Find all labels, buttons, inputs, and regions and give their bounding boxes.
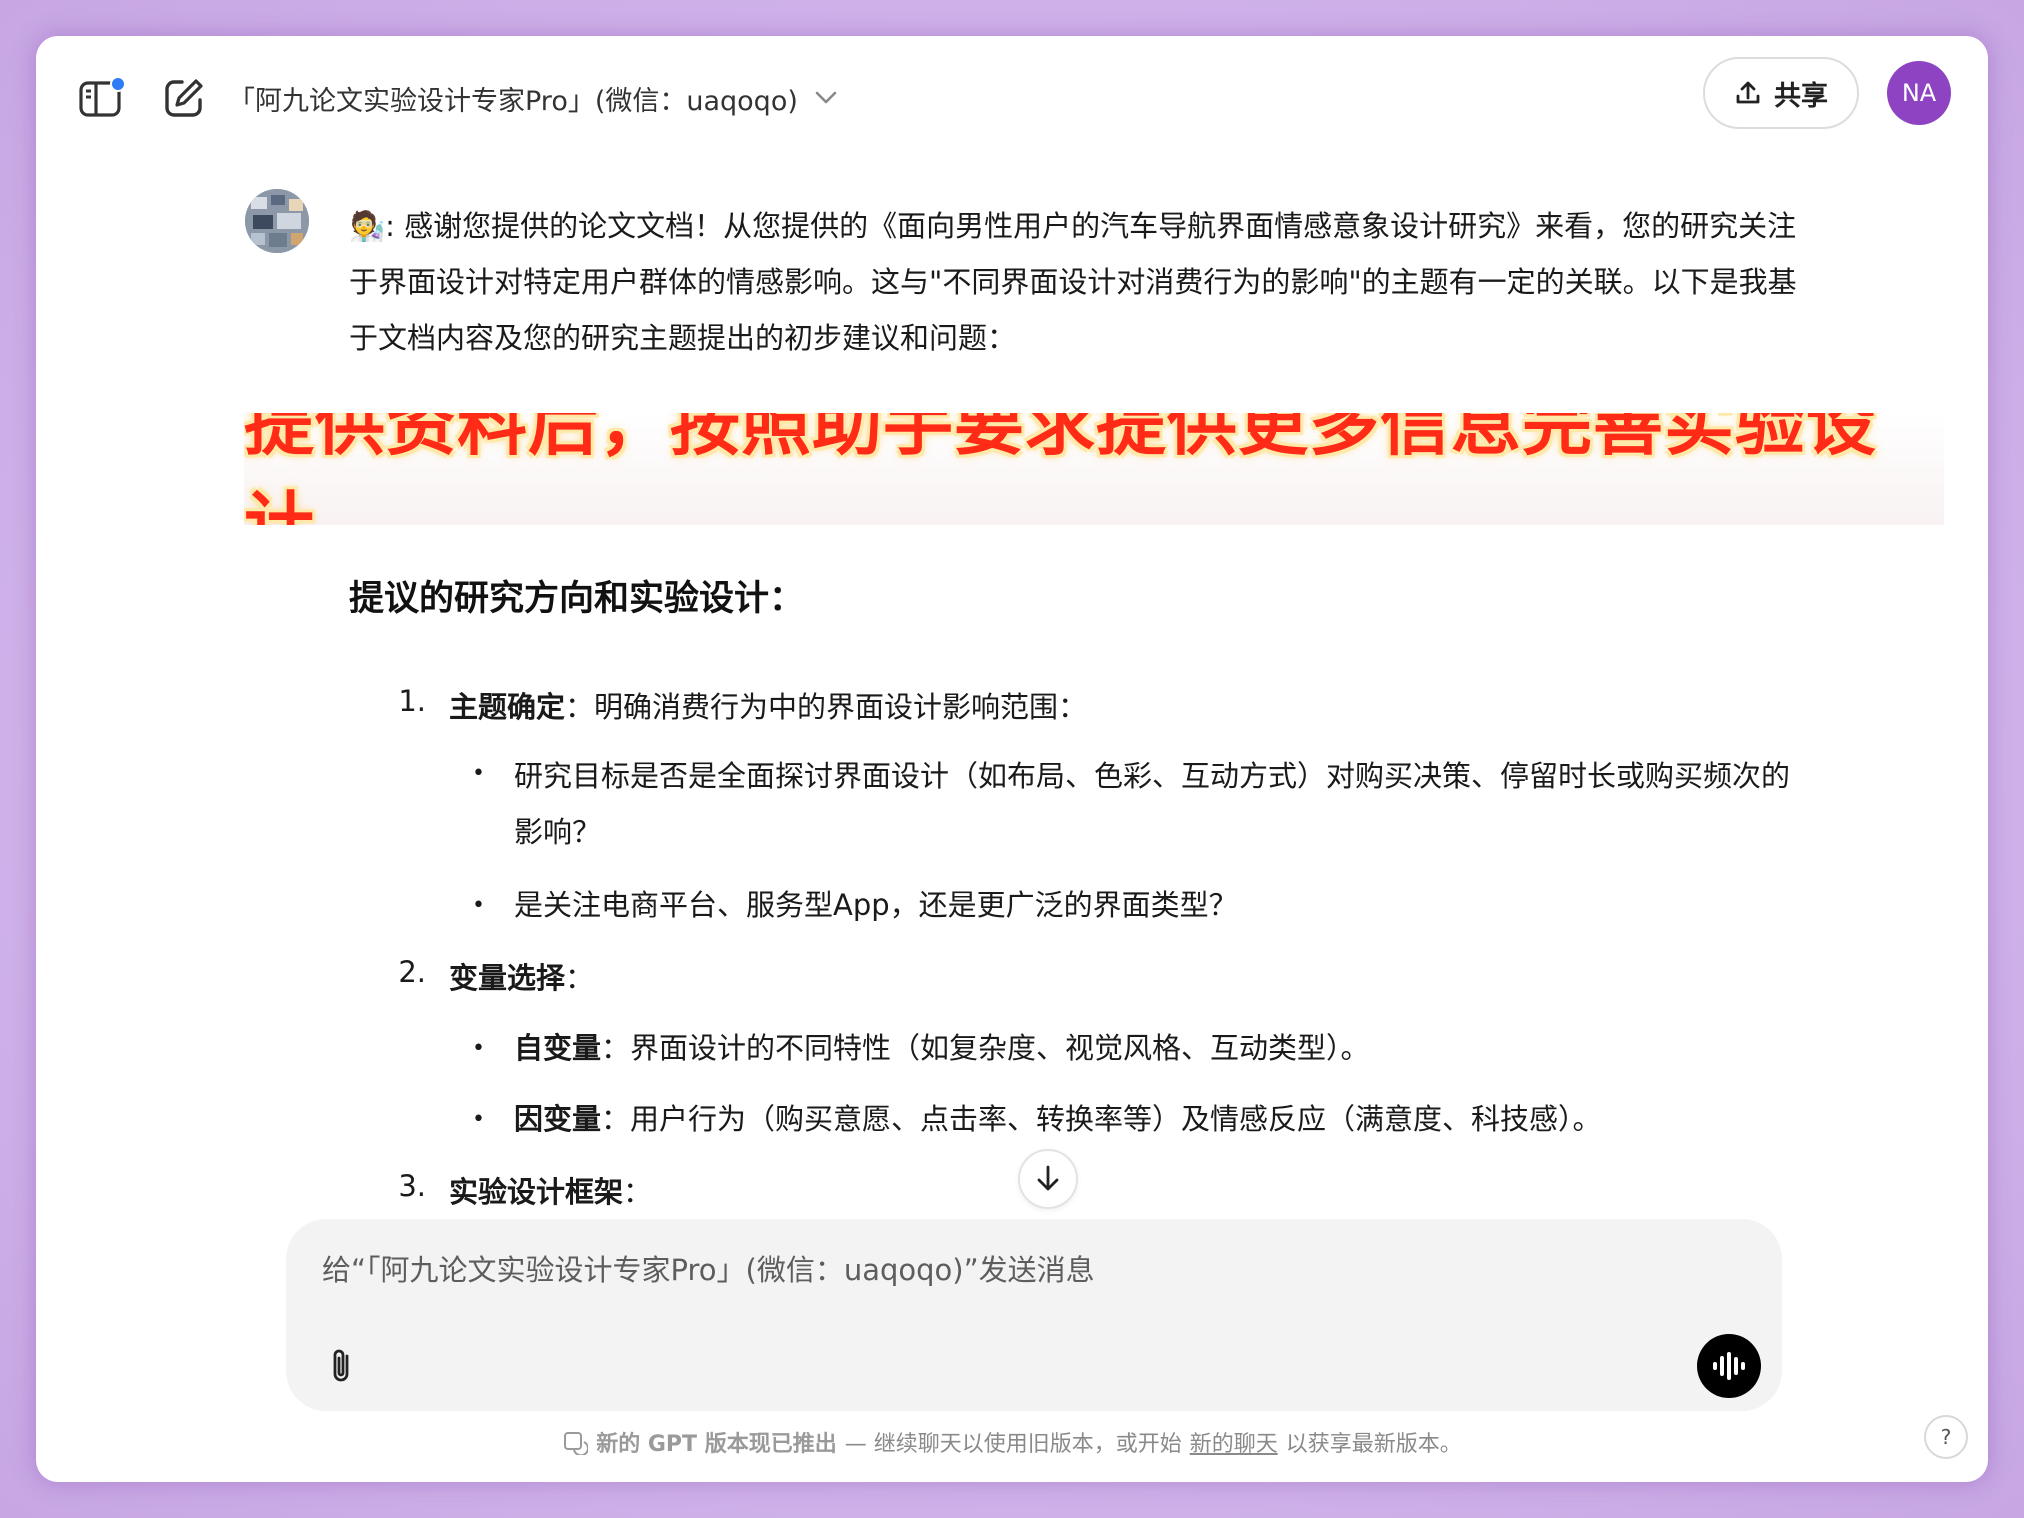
sidebar-icon xyxy=(79,76,126,117)
share-button[interactable]: 共享 xyxy=(1703,57,1859,129)
list-item: 变量选择： xyxy=(449,955,594,997)
voice-mode-button[interactable] xyxy=(1697,1334,1761,1398)
sidebar-toggle-button[interactable] xyxy=(76,72,128,124)
new-chat-link[interactable]: 新的聊天 xyxy=(1190,1426,1278,1458)
bullet-item-text: ：用户行为（购买意愿、点击率、转换率等）及情感反应（满意度、科技感）。 xyxy=(601,1102,1602,1136)
attach-button[interactable] xyxy=(320,1343,360,1387)
bullet-item-title: 因变量 xyxy=(514,1102,602,1136)
bullet-item-title: 自变量 xyxy=(514,1031,602,1065)
scroll-to-bottom-button[interactable] xyxy=(1018,1149,1078,1209)
bullet-item: 是关注电商平台、服务型App，还是更广泛的界面类型？ xyxy=(514,888,1238,922)
message-input[interactable] xyxy=(320,1245,1624,1295)
version-notice: 新的 GPT 版本现已推出 — 继续聊天以使用旧版本，或开始 新的聊天 以获享最新版… xyxy=(36,1426,1988,1458)
compose-icon xyxy=(165,79,203,117)
list-number: 3. xyxy=(398,1169,426,1203)
help-button[interactable]: ? xyxy=(1924,1415,1968,1459)
annotation-banner: 提供资料后，按照助手要求提供更多信息完善实验设计 xyxy=(244,413,1944,525)
top-bar: 「阿九论文实验设计专家Pro」(微信：uaqoqo) 共享 NA xyxy=(36,36,1988,156)
voice-waveform-icon xyxy=(1713,1352,1745,1380)
list-item-rest: ： xyxy=(623,1175,653,1209)
bullet-marker: • xyxy=(472,893,485,918)
list-number: 1. xyxy=(398,684,426,718)
annotation-banner-text: 提供资料后，按照助手要求提供更多信息完善实验设计 xyxy=(244,413,1877,525)
assistant-message-intro: 🧑‍🔬: 感谢您提供的论文文档！从您提供的《面向男性用户的汽车导航界面情感意象设… xyxy=(349,209,1797,355)
arrow-down-icon xyxy=(1037,1165,1059,1191)
message-composer xyxy=(286,1219,1782,1411)
list-item-title: 主题确定 xyxy=(449,690,566,724)
list-item: 主题确定：明确消费行为中的界面设计影响范围： xyxy=(449,684,1087,726)
bullet-item: 因变量：用户行为（购买意愿、点击率、转换率等）及情感反应（满意度、科技感）。 xyxy=(514,1096,1602,1138)
version-notice-suffix: 以获享最新版本。 xyxy=(1285,1432,1462,1457)
list-number: 2. xyxy=(398,955,426,989)
upload-icon xyxy=(1736,81,1760,104)
model-title-text: 「阿九论文实验设计专家Pro」(微信：uaqoqo) xyxy=(228,85,798,117)
version-notice-text: — 继续聊天以使用旧版本，或开始 xyxy=(844,1432,1182,1457)
bullet-item-text: ：界面设计的不同特性（如复杂度、视觉风格、互动类型）。 xyxy=(601,1031,1370,1065)
bullet-marker: • xyxy=(472,1107,485,1132)
bullet-marker: • xyxy=(472,761,485,786)
bullet-item: 研究目标是否是全面探讨界面设计（如布局、色彩、互动方式）对购买决策、停留时长或购… xyxy=(514,759,1791,849)
bullet-marker: • xyxy=(472,1036,485,1061)
list-item-rest: ：明确消费行为中的界面设计影响范围： xyxy=(565,690,1088,724)
section-heading: 提议的研究方向和实验设计： xyxy=(349,579,805,619)
model-selector[interactable]: 「阿九论文实验设计专家Pro」(微信：uaqoqo) xyxy=(228,78,838,118)
list-item-rest: ： xyxy=(565,961,595,995)
bullet-item: 自变量：界面设计的不同特性（如复杂度、视觉风格、互动类型）。 xyxy=(514,1025,1370,1067)
share-label: 共享 xyxy=(1774,80,1828,112)
user-initials: NA xyxy=(1901,79,1937,107)
new-chat-button[interactable] xyxy=(158,72,210,124)
assistant-avatar xyxy=(245,189,309,253)
refresh-chat-icon xyxy=(564,1432,589,1455)
version-notice-title: 新的 GPT 版本现已推出 xyxy=(596,1432,837,1457)
help-icon: ? xyxy=(1940,1425,1952,1449)
gpt-avatar-image xyxy=(245,189,309,253)
list-item: 实验设计框架： xyxy=(449,1169,652,1211)
chevron-down-icon xyxy=(815,91,837,104)
paperclip-icon xyxy=(333,1349,349,1382)
list-item-title: 实验设计框架 xyxy=(449,1175,624,1209)
user-avatar[interactable]: NA xyxy=(1887,61,1951,125)
list-item-title: 变量选择 xyxy=(449,961,566,995)
chat-window: 「阿九论文实验设计专家Pro」(微信：uaqoqo) 共享 NA xyxy=(36,36,1988,1482)
